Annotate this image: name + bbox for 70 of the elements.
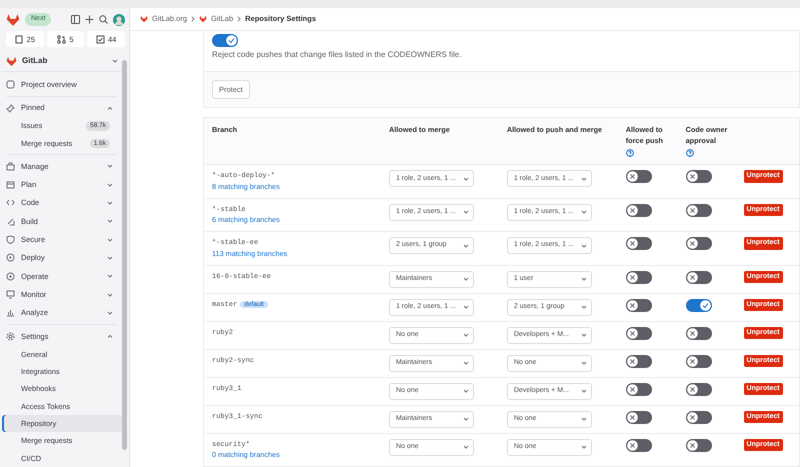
chevron-down-icon (462, 333, 469, 338)
fox-logo-icon (199, 15, 208, 24)
toggle-switch[interactable] (626, 354, 652, 368)
chevron-down-icon (580, 305, 587, 310)
shield-icon (6, 235, 15, 244)
chevron-down-icon (462, 417, 469, 422)
toggle-switch[interactable] (626, 298, 652, 312)
chevron-down-icon (462, 277, 469, 282)
todo-icon (96, 34, 105, 44)
chevron-down-icon (462, 176, 469, 181)
gear-icon (6, 332, 15, 341)
chevron-down-icon (462, 361, 469, 366)
chevron-down-icon (580, 445, 587, 450)
toggle-switch[interactable] (626, 204, 652, 217)
toggle-switch[interactable] (686, 326, 712, 340)
toggle-switch[interactable] (686, 298, 712, 312)
code-icon (6, 198, 15, 208)
avatar-icon[interactable] (113, 14, 125, 26)
chevron-down-icon (462, 305, 469, 310)
toggle-switch[interactable] (626, 170, 652, 184)
toggle-switch[interactable] (626, 438, 652, 452)
chevron-down-icon (580, 176, 587, 181)
chevron-down-icon (462, 210, 469, 214)
pin-icon (6, 104, 15, 113)
toggle-switch[interactable] (686, 410, 712, 424)
toggle-switch[interactable] (686, 270, 712, 284)
briefcase-icon (6, 162, 15, 171)
chevron-down-icon (580, 417, 587, 422)
chevron-down-icon (462, 389, 469, 394)
plus-icon[interactable] (85, 15, 94, 24)
chevron-down-icon (580, 244, 587, 248)
chevron-down-icon (580, 389, 587, 394)
calendar-icon (6, 180, 15, 190)
fox-logo-icon (140, 15, 148, 24)
fox-logo-icon (6, 56, 17, 67)
monitor-icon (6, 290, 15, 300)
merge-request-icon (57, 34, 66, 44)
toggle-switch[interactable] (686, 438, 712, 452)
toggle-switch[interactable] (626, 237, 652, 250)
toggle-switch[interactable] (626, 270, 652, 284)
play-icon (6, 253, 15, 262)
toggle-switch[interactable] (686, 237, 712, 250)
chevron-down-icon (112, 59, 118, 64)
toggle-switch[interactable] (686, 170, 712, 184)
chevron-down-icon (580, 361, 587, 366)
help-text: Reject code pushes that change files listed in the CODEOWNERS file. (212, 49, 462, 62)
toggle-switch[interactable] (686, 204, 712, 217)
chevron-down-icon (462, 244, 469, 248)
toggle-switch[interactable] (686, 354, 712, 368)
chevron-down-icon (580, 333, 587, 338)
sidebar-toggle-icon[interactable] (71, 15, 80, 24)
chart-icon (6, 308, 15, 318)
project-name[interactable]: GitLab (22, 55, 107, 68)
search-icon[interactable] (99, 15, 108, 24)
chevron-down-icon (462, 445, 469, 450)
issue-icon (14, 34, 24, 44)
project-icon (6, 80, 15, 90)
toggle-switch[interactable] (212, 34, 238, 48)
chevron-right-icon (191, 16, 196, 22)
chevron-down-icon (580, 277, 587, 282)
chevron-down-icon (580, 210, 587, 214)
fox-logo-icon (6, 12, 20, 27)
help-icon (626, 149, 634, 158)
help-icon (686, 149, 694, 158)
chevron-right-icon (237, 16, 242, 22)
toggle-switch[interactable] (686, 382, 712, 396)
scrollbar[interactable] (122, 60, 127, 450)
toggle-switch[interactable] (626, 410, 652, 424)
toggle-switch[interactable] (626, 326, 652, 340)
toggle-switch[interactable] (626, 382, 652, 396)
